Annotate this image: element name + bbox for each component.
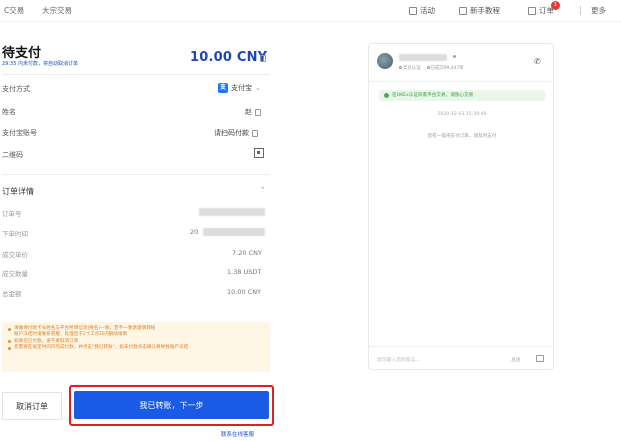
orders-badge: 1 <box>551 1 560 10</box>
check-icon <box>384 93 389 98</box>
account-row-value: 请扫码付款 <box>214 128 258 138</box>
notice-line: 您需要在规定时间内完成付款，并点击"我已转账"，如未付款点击确认将导致账户冻结 <box>8 345 264 351</box>
copy-icon[interactable] <box>260 55 266 62</box>
nav-more[interactable]: 更多 <box>591 5 606 16</box>
system-message: 您有一笔待支付订单，请及时支付 <box>427 134 497 139</box>
qr-label: 二维码 <box>2 151 23 159</box>
nav-orders[interactable]: 订单 1 <box>528 1 560 16</box>
gift-icon <box>409 6 417 15</box>
highlight-box: 我已转账，下一步 <box>69 385 274 426</box>
image-icon[interactable] <box>536 355 544 362</box>
total-value: 10.00 CNY <box>227 288 262 296</box>
online-status-dot <box>453 55 456 58</box>
nav-activity-label: 活动 <box>420 6 435 15</box>
phone-icon[interactable]: ✆ <box>534 57 541 66</box>
bullet-dot <box>8 327 11 331</box>
deal-icon <box>426 66 430 69</box>
order-details-title: 订单详情 <box>2 187 34 196</box>
chat-input[interactable]: 您可输入您的留言... <box>377 356 420 363</box>
notice-text: 您需要在规定时间内完成付款，并点击"我已转账"，如未付款点击确认将导致账户冻结 <box>14 345 189 351</box>
bullet-dot <box>8 346 11 350</box>
countdown-text: 29:35 内未付款，将自动取消订单 <box>2 61 78 67</box>
contact-support-link[interactable]: 联系在线客服 <box>221 430 254 438</box>
unit-price-label: 成交单价 <box>2 251 28 259</box>
account-value: 请扫码付款 <box>214 129 249 137</box>
order-no-label: 订单号 <box>2 210 22 218</box>
nav-tutorial[interactable]: 新手教程 <box>459 5 500 16</box>
safety-banner: 在OKEx认证商家平台交易，请放心交易 <box>379 90 545 101</box>
divider <box>2 174 270 175</box>
copy-icon[interactable] <box>252 129 258 137</box>
chevron-down-icon: ⌄ <box>255 84 261 92</box>
nav-bulk-trade[interactable]: 大宗交易 <box>42 5 72 16</box>
merchant-tags: 实名认证 已成交99,447单 <box>399 65 464 71</box>
volume-text: 已成交99,447单 <box>430 66 464 71</box>
alipay-icon: 支 <box>218 83 228 93</box>
payment-method-value: 支付宝 <box>231 84 252 92</box>
quantity-value: 1.38 USDT <box>227 268 262 276</box>
top-nav: C交易 大宗交易 活动 新手教程 订单 1 更多 <box>0 0 621 22</box>
merchant-name-redacted <box>399 54 447 61</box>
page-title: 待支付 <box>2 46 42 61</box>
nav-activity[interactable]: 活动 <box>409 5 435 16</box>
volume-tag: 已成交99,447单 <box>426 65 464 71</box>
payment-method-label: 支付方式 <box>2 85 30 93</box>
chat-timestamp: 2020-12-03 15:39:49 <box>437 112 487 117</box>
qr-code-icon[interactable] <box>254 148 264 158</box>
total-label: 总金额 <box>2 290 22 298</box>
nav-tutorial-label: 新手教程 <box>470 6 500 15</box>
order-time-value: 20 <box>190 228 199 236</box>
nav-divider <box>580 6 581 15</box>
order-time-label: 下单时间 <box>2 230 28 238</box>
name-label: 姓名 <box>2 108 16 116</box>
safety-text: 在OKEx认证商家平台交易，请放心交易 <box>392 93 474 98</box>
unit-price-value: 7.20 CNY <box>232 249 262 257</box>
order-no-redacted <box>199 208 265 216</box>
document-icon <box>528 6 536 15</box>
confirm-transfer-button[interactable]: 我已转账，下一步 <box>74 391 269 419</box>
verified-text: 实名认证 <box>403 66 421 71</box>
account-label: 支付宝账号 <box>2 129 37 137</box>
name-row-value: 赵 <box>245 107 261 117</box>
bullet-dot <box>8 340 11 344</box>
divider <box>2 74 270 75</box>
warning-notice: 请确保付款卡号姓名与平台所填信息(姓名)一致，若不一致请谨慎转账 账户冻结时请联… <box>2 322 270 372</box>
copy-icon[interactable] <box>255 108 261 116</box>
verified-tag: 实名认证 <box>399 65 421 71</box>
chat-header: 实名认证 已成交99,447单 ✆ <box>369 44 555 82</box>
quantity-label: 成交数量 <box>2 270 28 278</box>
cancel-order-button[interactable]: 取消订单 <box>2 392 62 420</box>
chevron-up-icon[interactable]: ⌃ <box>260 186 266 194</box>
name-value: 赵 <box>245 108 252 116</box>
chat-input-bar: 您可输入您的留言... 发送 <box>369 346 555 371</box>
nav-orders-wrap: 订单 1 <box>539 1 560 16</box>
nav-c2c-trade[interactable]: C交易 <box>4 5 24 16</box>
order-time-redacted <box>203 228 265 236</box>
send-button[interactable]: 发送 <box>511 356 521 363</box>
avatar <box>377 53 393 69</box>
chat-panel: 实名认证 已成交99,447单 ✆ 在OKEx认证商家平台交易，请放心交易 20… <box>368 43 555 371</box>
order-amount: 10.00 CNY <box>190 50 268 65</box>
payment-method-select[interactable]: 支 支付宝 ⌄ <box>218 83 261 93</box>
book-icon <box>459 6 467 15</box>
verified-icon <box>399 66 402 69</box>
